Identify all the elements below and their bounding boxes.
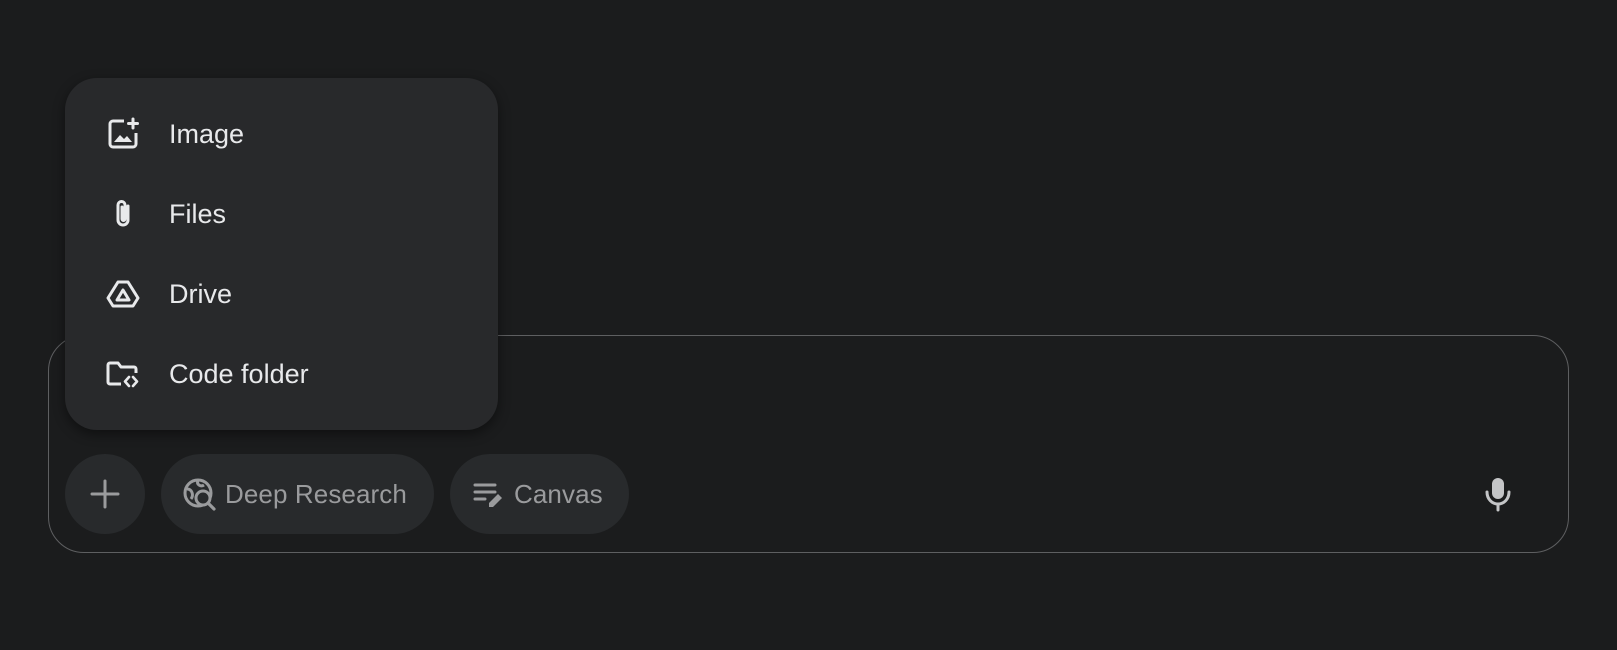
microphone-icon: [1484, 476, 1512, 512]
upload-menu: Image Files Drive Code folder: [65, 78, 498, 430]
menu-item-code-folder[interactable]: Code folder: [65, 334, 498, 414]
paperclip-icon: [103, 194, 143, 234]
deep-research-button[interactable]: Deep Research: [161, 454, 434, 534]
menu-item-files[interactable]: Files: [65, 174, 498, 254]
menu-item-code-folder-label: Code folder: [169, 358, 309, 389]
deep-research-label: Deep Research: [225, 478, 407, 509]
composer-toolbar: Deep Research Canvas: [65, 454, 1552, 534]
menu-item-drive[interactable]: Drive: [65, 254, 498, 334]
menu-item-drive-label: Drive: [169, 278, 233, 309]
canvas-icon: [470, 476, 506, 512]
deep-research-icon: [181, 476, 217, 512]
menu-item-image[interactable]: Image: [65, 94, 498, 174]
canvas-label: Canvas: [514, 478, 603, 509]
plus-icon: [88, 477, 122, 511]
app-stage: Deep Research Canvas Image Files Drive C…: [0, 0, 1617, 650]
microphone-button[interactable]: [1466, 462, 1530, 526]
menu-item-files-label: Files: [169, 198, 227, 229]
menu-item-image-label: Image: [169, 118, 245, 149]
canvas-button[interactable]: Canvas: [450, 454, 629, 534]
add-image-icon: [103, 114, 143, 154]
drive-icon: [103, 274, 143, 314]
code-folder-icon: [103, 354, 143, 394]
add-button[interactable]: [65, 454, 145, 534]
